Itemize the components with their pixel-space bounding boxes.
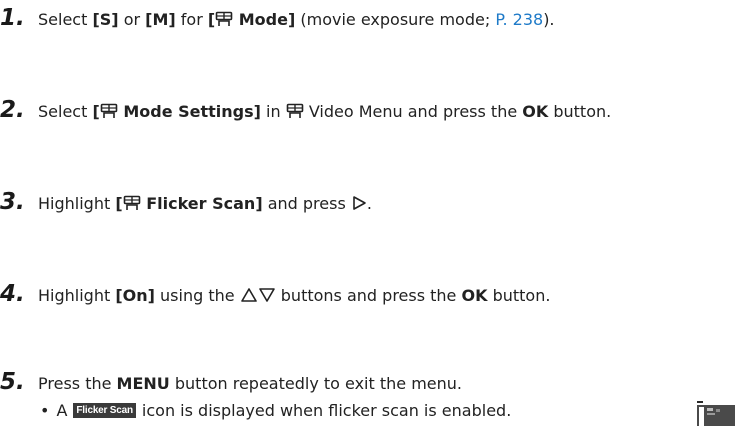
page-reference-link[interactable]: P. 238 — [495, 10, 543, 29]
step-number: 3. — [0, 189, 25, 215]
step-text: Select [ Mode Settings] in Video Menu an… — [38, 102, 612, 123]
step-1: 1. Select [S] or [M] for [ Mode] (movie … — [0, 5, 555, 31]
movie-mode-icon — [100, 103, 118, 123]
movie-mode-icon — [215, 11, 233, 31]
arrow-up-icon — [240, 287, 258, 307]
arrow-down-icon — [258, 287, 276, 307]
step-3: 3. Highlight [ Flicker Scan] and press . — [0, 189, 372, 215]
step-number: 5. — [0, 369, 25, 395]
movie-mode-icon — [123, 195, 141, 215]
bullet-marker: • — [40, 401, 50, 420]
arrow-right-icon — [351, 195, 367, 215]
step-number: 4. — [0, 281, 25, 307]
step-text: Press the MENU button repeatedly to exit… — [38, 374, 462, 393]
step-text: Highlight [On] using the buttons and pre… — [38, 286, 551, 307]
flicker-scan-badge: Flicker Scan — [73, 403, 136, 418]
step-text: Highlight [ Flicker Scan] and press . — [38, 194, 372, 215]
step-5: 5. Press the MENU button repeatedly to e… — [0, 369, 462, 395]
step-4: 4. Highlight [On] using the buttons and … — [0, 281, 550, 307]
step-number: 1. — [0, 5, 25, 31]
step-text: Select [S] or [M] for [ Mode] (movie exp… — [38, 10, 555, 31]
bullet-note: • A Flicker Scan icon is displayed when … — [40, 401, 512, 420]
video-menu-icon — [286, 103, 304, 123]
step-2: 2. Select [ Mode Settings] in Video Menu… — [0, 97, 611, 123]
camera-screen-thumbnail — [696, 398, 735, 426]
step-number: 2. — [0, 97, 25, 123]
